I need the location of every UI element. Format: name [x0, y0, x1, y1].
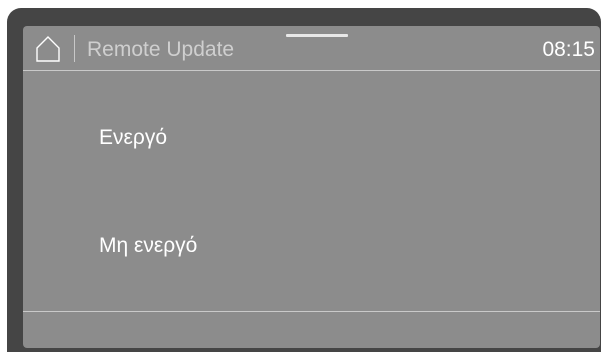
home-button[interactable]: [33, 34, 63, 64]
device-bezel: Remote Update 08:15 Ενεργό Μη ενεργό: [7, 8, 601, 352]
option-inactive[interactable]: Μη ενεργό: [23, 196, 600, 296]
option-active[interactable]: Ενεργό: [23, 86, 600, 186]
header-separator: [23, 70, 600, 71]
home-icon: [36, 36, 60, 62]
option-label: Μη ενεργό: [99, 234, 198, 257]
header-divider: [74, 35, 75, 62]
footer-bar: [23, 312, 600, 348]
page-title: Remote Update: [87, 38, 235, 61]
header-bar: Remote Update 08:15: [23, 26, 600, 70]
clock-time: 08:15: [542, 38, 595, 61]
display-screen: Remote Update 08:15 Ενεργό Μη ενεργό: [23, 26, 600, 348]
option-label: Ενεργό: [99, 126, 167, 149]
